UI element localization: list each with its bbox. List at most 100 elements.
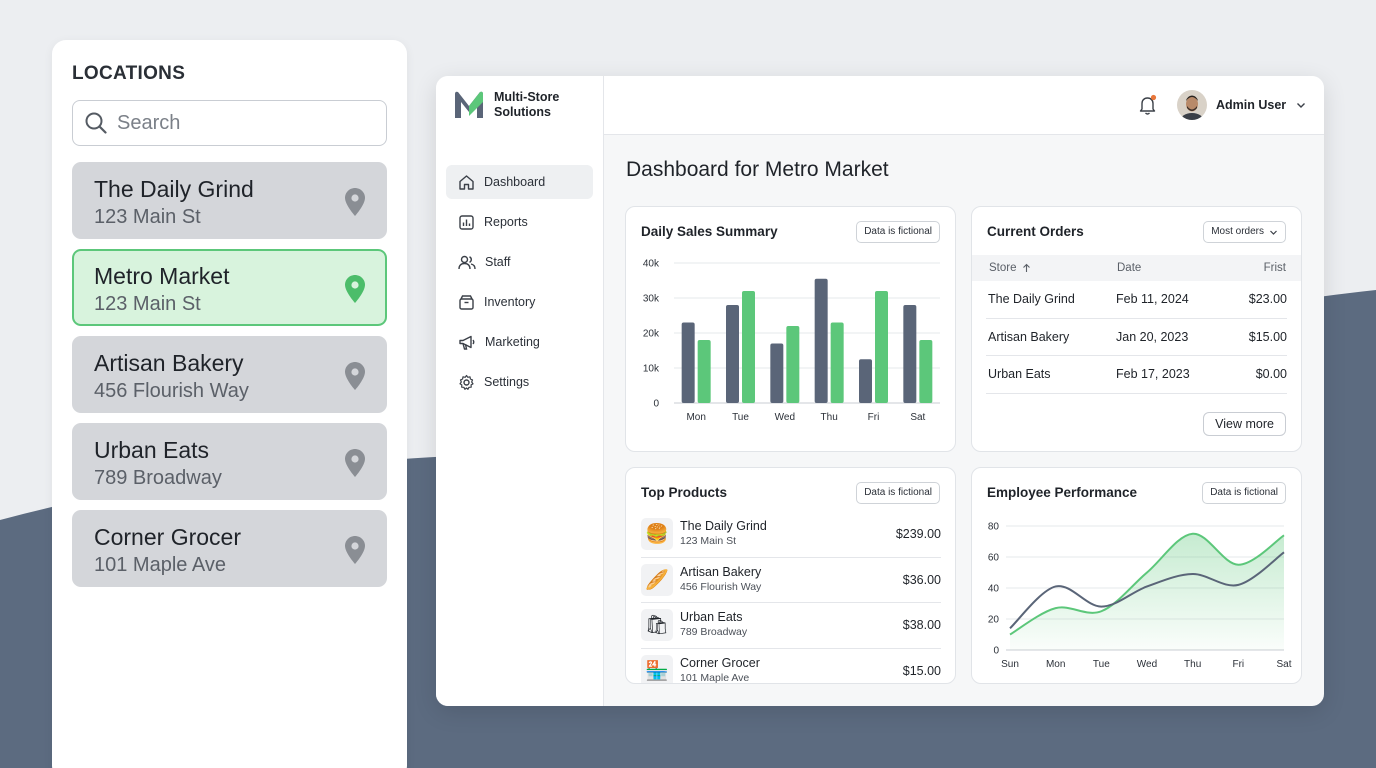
y-tick-label: 20 [988, 615, 1000, 626]
sort-dropdown[interactable]: Most orders [1203, 221, 1286, 243]
product-price: $15.00 [902, 664, 941, 679]
location-item-artisan-bakery[interactable]: Artisan Bakery 456 Flourish Way [72, 336, 387, 413]
location-item-corner-grocer[interactable]: Corner Grocer 101 Maple Ave [72, 510, 387, 587]
user-name: Admin User [1216, 98, 1287, 112]
top-bar: Admin User [604, 76, 1324, 135]
bar [919, 340, 933, 403]
sidebar: Multi-Store Solutions Dashboard Reports … [436, 76, 604, 706]
location-name: Metro Market [94, 263, 230, 289]
location-search-input[interactable] [117, 111, 357, 135]
report-icon [459, 214, 474, 230]
x-tick-label: Tue [1093, 659, 1110, 670]
cell-date: Feb 17, 2023 [1116, 367, 1190, 382]
view-more-button[interactable]: View more [1203, 412, 1286, 436]
product-address: 123 Main St [680, 535, 737, 548]
product-address: 789 Broadway [680, 626, 748, 639]
column-header-amount[interactable]: Frist [1227, 262, 1286, 274]
bar [903, 305, 917, 403]
location-address: 789 Broadway [94, 467, 222, 489]
cell-date: Jan 20, 2023 [1116, 329, 1189, 344]
location-name: The Daily Grind [94, 176, 254, 202]
table-row[interactable]: The Daily Grind Feb 11, 2024 $23.00 [986, 281, 1287, 319]
bar [681, 322, 695, 403]
sidebar-item-settings[interactable]: Settings [446, 365, 593, 399]
y-tick-label: 0 [993, 646, 999, 657]
bar [770, 343, 784, 403]
table-row[interactable]: Artisan Bakery Jan 20, 2023 $15.00 [986, 319, 1287, 356]
product-thumbnail: 🥖 [641, 563, 673, 596]
location-item-the-daily-grind[interactable]: The Daily Grind 123 Main St [72, 162, 387, 239]
y-tick-label: 80 [988, 522, 1000, 533]
location-search-box[interactable] [72, 100, 387, 146]
product-address: 101 Maple Ave [680, 672, 750, 684]
x-tick-label: Mon [1046, 659, 1065, 670]
bar [786, 326, 800, 403]
sidebar-item-label: Inventory [484, 295, 536, 309]
y-tick-label: 40 [988, 584, 1000, 595]
list-item[interactable]: 🥖 Artisan Bakery 456 Flourish Way $36.00 [641, 558, 941, 603]
sidebar-item-label: Marketing [485, 335, 540, 349]
user-menu[interactable]: Admin User [1177, 90, 1307, 120]
y-tick-label: 60 [988, 553, 1000, 564]
brand[interactable]: Multi-Store Solutions [453, 90, 584, 120]
sidebar-item-inventory[interactable]: Inventory [446, 285, 593, 319]
column-header-date[interactable]: Date [1117, 262, 1227, 274]
x-tick-label: Wed [775, 412, 795, 423]
sidebar-item-label: Dashboard [484, 175, 546, 189]
product-address: 456 Flourish Way [680, 580, 762, 593]
x-tick-label: Wed [1137, 659, 1157, 670]
card-title: Employee Performance [987, 485, 1138, 500]
x-tick-label: Sun [1001, 659, 1019, 670]
product-name: Urban Eats [680, 610, 743, 625]
product-price: $36.00 [902, 572, 941, 587]
daily-sales-bar-chart: 0 10k 20k 30k 40k Mon Tue Wed Thu Fri Sat [643, 259, 940, 423]
table-header: Store Date Frist [972, 255, 1301, 281]
column-header-store[interactable]: Store [987, 262, 1117, 274]
cell-amount: $15.00 [1248, 329, 1287, 344]
locations-panel: LOCATIONS The Daily Grind 123 Main St Me… [52, 40, 407, 768]
map-pin-icon [345, 275, 365, 303]
table-row[interactable]: Urban Eats Feb 17, 2023 $0.00 [986, 356, 1287, 394]
y-tick-label: 0 [653, 399, 659, 410]
series-area [1010, 533, 1284, 650]
x-tick-label: Tue [732, 412, 749, 423]
sidebar-item-label: Staff [485, 255, 511, 269]
sidebar-item-marketing[interactable]: Marketing [446, 325, 593, 359]
y-tick-label: 30k [643, 294, 660, 305]
x-tick-label: Fri [1232, 659, 1244, 670]
x-tick-label: Mon [686, 412, 705, 423]
notification-bell-icon[interactable] [1138, 94, 1158, 116]
bar [814, 278, 828, 403]
cell-store: Artisan Bakery [988, 329, 1070, 344]
location-item-metro-market[interactable]: Metro Market 123 Main St [72, 249, 387, 326]
gear-icon [459, 374, 474, 390]
list-item[interactable]: 🍔 The Daily Grind 123 Main St $239.00 [641, 512, 941, 558]
cell-store: The Daily Grind [988, 292, 1075, 307]
map-pin-icon [345, 188, 365, 216]
sidebar-item-dashboard[interactable]: Dashboard [446, 165, 593, 199]
card-title: Current Orders [987, 224, 1084, 239]
sidebar-nav: Dashboard Reports Staff Inventory Market… [446, 165, 593, 405]
top-products-card: Top Products Data is fictional 🍔 The Dai… [625, 467, 956, 684]
location-name: Urban Eats [94, 437, 210, 463]
list-item[interactable]: 🛍 Urban Eats 789 Broadway $38.00 [641, 603, 941, 649]
product-list: 🍔 The Daily Grind 123 Main St $239.00 🥖 … [641, 512, 941, 684]
list-item[interactable]: 🏪 Corner Grocer 101 Maple Ave $15.00 [641, 649, 941, 684]
sidebar-item-reports[interactable]: Reports [446, 205, 593, 239]
cell-store: Urban Eats [988, 367, 1051, 382]
page-title: Dashboard for Metro Market [626, 158, 889, 181]
location-item-urban-eats[interactable]: Urban Eats 789 Broadway [72, 423, 387, 500]
product-price: $239.00 [895, 527, 941, 542]
bar [859, 359, 872, 403]
sidebar-item-staff[interactable]: Staff [446, 245, 593, 279]
product-name: The Daily Grind [680, 519, 767, 534]
product-name: Artisan Bakery [680, 564, 762, 579]
home-icon [459, 174, 474, 190]
search-icon [85, 112, 107, 134]
cell-amount: $0.00 [1255, 367, 1287, 382]
brand-name: Multi-Store Solutions [494, 90, 560, 119]
map-pin-icon [345, 362, 365, 390]
x-tick-label: Thu [821, 412, 838, 423]
card-title: Daily Sales Summary [641, 224, 778, 239]
location-address: 123 Main St [94, 206, 201, 228]
